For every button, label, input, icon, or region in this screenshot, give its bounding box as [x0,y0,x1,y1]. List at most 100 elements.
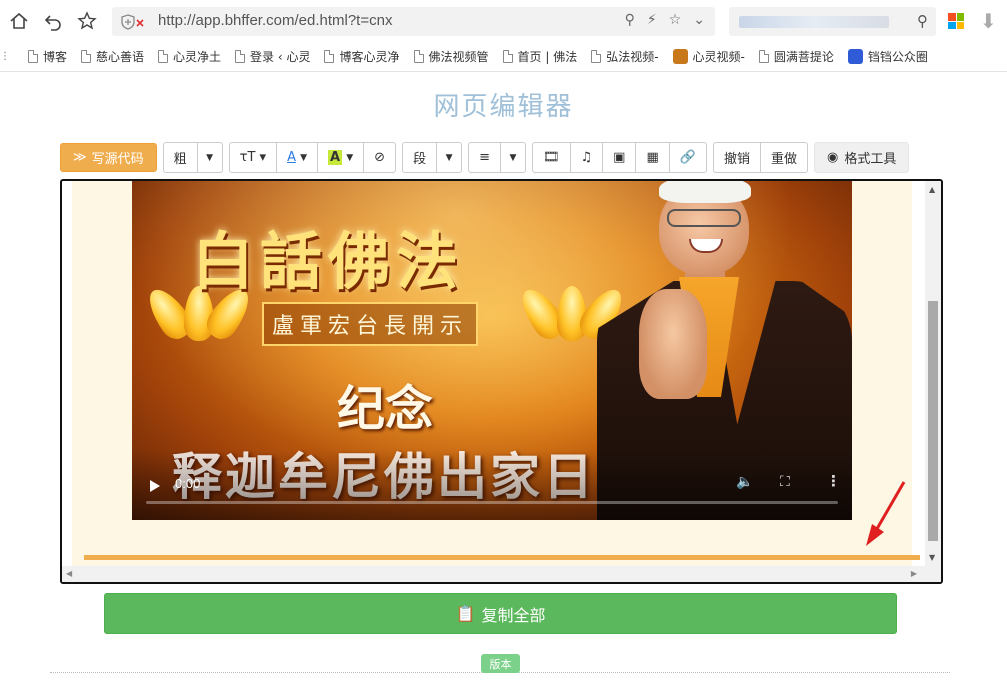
document-icon [235,50,246,63]
bookmark-item[interactable]: 博客心灵净 [324,48,400,65]
font-color-icon: A [287,150,296,165]
insert-link-button[interactable]: 🔗 [670,143,706,172]
eye-slash-icon: ◉ [826,150,839,165]
browser-search-input[interactable]: ⚲ [729,7,936,36]
undo-navigation-icon[interactable] [40,8,66,34]
font-size-button[interactable]: τT ▾ [230,143,278,172]
format-tools-label: 格式工具 [844,152,897,167]
volume-icon[interactable]: 🔈 [736,474,753,490]
align-button[interactable]: ≡ [469,143,501,172]
source-code-button[interactable]: ≫ 写源代码 [60,143,157,172]
video-progress-track[interactable] [146,501,838,504]
bookmark-label: 铛铛公众圈 [867,50,928,64]
align-dropdown-caret-icon[interactable]: ▼ [501,143,525,172]
bookmark-label: 慈心善语 [96,50,145,64]
bookmark-favicon-icon [672,49,688,64]
bold-dropdown-caret-icon[interactable]: ▼ [198,143,222,172]
star-bookmark-icon[interactable] [74,8,100,34]
bookmark-item[interactable]: 首页 | 佛法 [502,48,577,65]
clipboard-icon: 📋 [455,604,476,623]
accent-divider [84,555,920,560]
bookmark-label: 博客 [43,50,68,64]
document-icon [758,50,769,63]
vertical-scrollbar[interactable]: ▲ ▼ [925,181,941,566]
apps-grid-icon[interactable] [948,13,964,29]
lightning-icon[interactable]: ⚡ [647,12,657,28]
browser-address-bar: http://app.bhffer.com/ed.html?t=cnx ⚲ ⚡ … [0,0,1007,42]
music-note-icon: ♫ [580,150,593,165]
bookmark-item[interactable]: 心灵净土 [158,48,221,65]
version-badge[interactable]: 版本 [481,654,520,673]
undo-button[interactable]: 撤销 [714,143,761,172]
fullscreen-icon[interactable]: ⛶ [780,474,790,490]
search-url-icon[interactable]: ⚲ [625,12,635,28]
scroll-thumb[interactable] [928,301,938,541]
clear-format-icon: ⊘ [374,150,386,165]
document-icon [324,50,335,63]
video-controls: 0:00 🔈 ⛶ ⋮ [132,450,852,520]
editor-area[interactable]: 白話佛法 盧軍宏台長開示 纪念 释迦牟尼佛出家日 0:00 🔈 ⛶ ⋮ [60,179,943,584]
scroll-right-icon[interactable]: ▶ [911,569,917,578]
redo-button[interactable]: 重做 [761,143,807,172]
security-shield-icon [120,13,144,31]
editor-content[interactable]: 白話佛法 盧軍宏台長開示 纪念 释迦牟尼佛出家日 0:00 🔈 ⛶ ⋮ [72,181,920,566]
document-icon [81,50,92,63]
bookmark-overflow-icon[interactable]: ⋮ [0,51,10,62]
highlight-color-button[interactable]: A ▼ [318,143,365,172]
document-icon [413,50,424,63]
paragraph-button[interactable]: 段 [403,143,438,172]
align-group: ≡ ▼ [468,142,526,173]
copy-all-button[interactable]: 📋 复制全部 [104,593,897,634]
bookmark-item[interactable]: 慈心善语 [81,48,144,65]
bold-button[interactable]: 粗 [164,143,198,172]
bookmark-label: 心灵净土 [173,50,222,64]
bookmark-favicon-icon [847,49,863,64]
document-icon [28,50,38,63]
search-icon[interactable]: ⚲ [917,12,928,30]
bookmark-label: 佛法视频管 [428,50,489,64]
bookmark-item[interactable]: 博客 [28,48,67,65]
bookmark-item[interactable]: 铛铛公众圈 [847,48,928,65]
download-icon[interactable]: ⬇ [980,9,997,33]
chevron-down-icon[interactable]: ⌄ [693,12,705,28]
bookmark-item[interactable]: 弘法视频- [591,48,659,65]
clear-format-button[interactable]: ⊘ [364,143,395,172]
annotation-arrow-icon [866,481,906,546]
scroll-down-icon[interactable]: ▼ [929,553,935,562]
horizontal-scrollbar[interactable]: ◀ ▶ [62,566,941,582]
highlight-icon: A [328,150,343,165]
insert-image-button[interactable]: ▣ [603,143,637,172]
insert-qrcode-button[interactable]: ▦ [636,143,670,172]
bold-group: 粗 ▼ [162,142,223,173]
bookmark-item[interactable]: 圆满菩提论 [758,48,834,65]
scroll-left-icon[interactable]: ◀ [66,569,72,578]
home-icon[interactable] [6,8,32,34]
url-field[interactable]: http://app.bhffer.com/ed.html?t=cnx ⚲ ⚡ … [112,7,715,36]
qrcode-icon: ▦ [646,150,659,165]
paragraph-dropdown-caret-icon[interactable]: ▼ [437,143,461,172]
film-icon: 🎞 [543,150,560,165]
play-icon[interactable] [150,480,160,492]
bookmarks-bar: ⋮ 博客 慈心善语 心灵净土 登录 ‹ 心灵 博客心灵净 佛法视频管 首页 | 佛法 弘法视频… [0,42,1007,72]
insert-video-button[interactable]: 🎞 [533,143,571,172]
favorite-star-icon[interactable]: ☆ [669,12,682,28]
bookmark-item[interactable]: 登录 ‹ 心灵 [235,48,310,65]
bookmark-item[interactable]: 佛法视频管 [413,48,489,65]
format-tools-button[interactable]: ◉ 格式工具 [813,142,910,173]
more-options-icon[interactable]: ⋮ [826,472,841,490]
source-code-label: 写源代码 [91,152,144,167]
paragraph-group: 段 ▼ [402,142,463,173]
insert-music-button[interactable]: ♫ [571,143,604,172]
terminal-icon: ≫ [73,150,87,165]
scroll-up-icon[interactable]: ▲ [929,185,935,194]
copy-all-label: 复制全部 [481,605,546,625]
font-color-button[interactable]: A ▼ [277,143,319,172]
video-line1-text: 纪念 [337,381,434,437]
bookmark-label: 弘法视频- [606,50,659,64]
embedded-video[interactable]: 白話佛法 盧軍宏台長開示 纪念 释迦牟尼佛出家日 0:00 🔈 ⛶ ⋮ [132,181,852,520]
bookmark-label: 圆满菩提论 [773,50,834,64]
video-time: 0:00 [175,476,201,491]
bookmark-item[interactable]: 心灵视频- [672,48,745,65]
page-title: 网页编辑器 [433,92,574,122]
bookmark-label: 心灵视频- [692,50,745,64]
